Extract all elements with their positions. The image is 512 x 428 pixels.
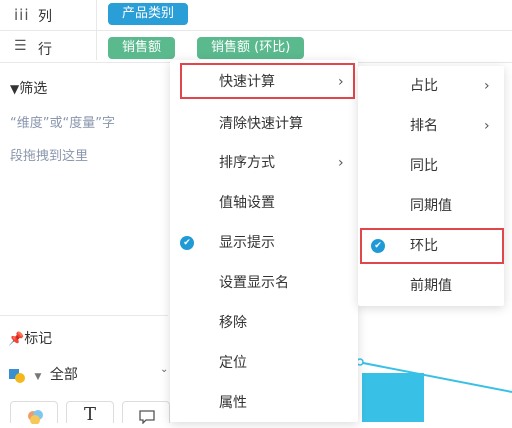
mark-type-selector[interactable]: ▼ 全部 [8,364,78,384]
color-icon [28,410,43,425]
menu-item-clear-quick-calc[interactable]: 清除快速计算 [170,104,358,144]
marks-title: 标记 [24,331,53,347]
rows-icon: ☰ [14,38,27,54]
menu-item-show-tooltip[interactable]: ✔ 显示提示 [170,223,358,263]
chevron-down-icon: ▼ [34,372,42,382]
submenu-item-proportion[interactable]: 占比 › [358,66,504,106]
left-panel-divider [0,315,168,316]
submenu-item-rank[interactable]: 排名 › [358,106,504,146]
mark-type-value: 全部 [49,367,78,383]
pin-icon: 📌 [8,332,25,347]
menu-item-label: 值轴设置 [219,195,275,211]
menu-item-label: 移除 [219,315,247,331]
menu-item-sort[interactable]: 排序方式 › [170,143,358,183]
quick-calc-highlight [180,63,355,99]
menu-item-rename[interactable]: 设置显示名 [170,263,358,303]
menu-item-locate[interactable]: 定位 [170,343,358,383]
menu-item-label: 设置显示名 [219,275,289,291]
check-icon: ✔ [180,236,194,250]
submenu-item-yoy[interactable]: 同比 [358,146,504,186]
filter-icon: ▼ [10,82,20,96]
menu-item-label: 清除快速计算 [219,116,303,132]
filter-section: ▼筛选 [10,78,47,98]
mark-type-chevron-icon[interactable]: ⌄ [160,364,168,375]
text-tool-button[interactable]: T [66,401,114,425]
filter-title: 筛选 [19,81,48,97]
submenu-item-label: 排名 [410,118,438,134]
filter-hint-line2: 段拖拽到这里 [10,149,89,164]
shapes-icon [9,369,25,383]
chevron-right-icon: › [338,155,344,171]
menu-item-properties[interactable]: 属性 [170,383,358,423]
menu-item-label: 排序方式 [219,155,275,171]
tooltip-icon [139,410,155,425]
columns-icon: iii [14,6,30,24]
context-menu: 快速计算 › 清除快速计算 排序方式 › 值轴设置 ✔ 显示提示 设置显示名 移… [170,60,358,422]
marks-section: 📌标记 [8,328,52,348]
menu-item-remove[interactable]: 移除 [170,303,358,343]
submenu-item-label: 同比 [410,158,438,174]
filter-hint-line1: “维度”或“度量”字 [10,116,115,131]
menu-item-label: 属性 [219,395,247,411]
mom-highlight [360,228,504,264]
row-pill-sales[interactable]: 销售额 [108,37,176,59]
chevron-right-icon: › [484,118,490,134]
submenu-item-label: 前期值 [410,278,452,294]
chart-bar [362,373,424,422]
menu-item-value-axis[interactable]: 值轴设置 [170,183,358,223]
submenu-item-previous-period[interactable]: 前期值 [358,266,504,306]
shelf-divider [0,30,512,31]
chevron-right-icon: › [484,78,490,94]
rows-shelf-label: 行 [38,42,52,58]
column-pill-product-category[interactable]: 产品类别 [108,3,189,25]
columns-shelf-label: 列 [38,9,52,25]
color-tool-button[interactable] [10,401,58,425]
submenu-item-label: 占比 [410,78,438,94]
submenu-item-same-period[interactable]: 同期值 [358,186,504,226]
row-pill-sales-mom[interactable]: 销售额 (环比) [197,37,305,59]
menu-item-label: 定位 [219,355,247,371]
quick-calc-submenu: 占比 › 排名 › 同比 同期值 ✔ 环比 前期值 [358,66,504,306]
tooltip-tool-button[interactable] [122,401,170,425]
menu-item-label: 显示提示 [219,235,275,251]
submenu-item-label: 同期值 [410,198,452,214]
